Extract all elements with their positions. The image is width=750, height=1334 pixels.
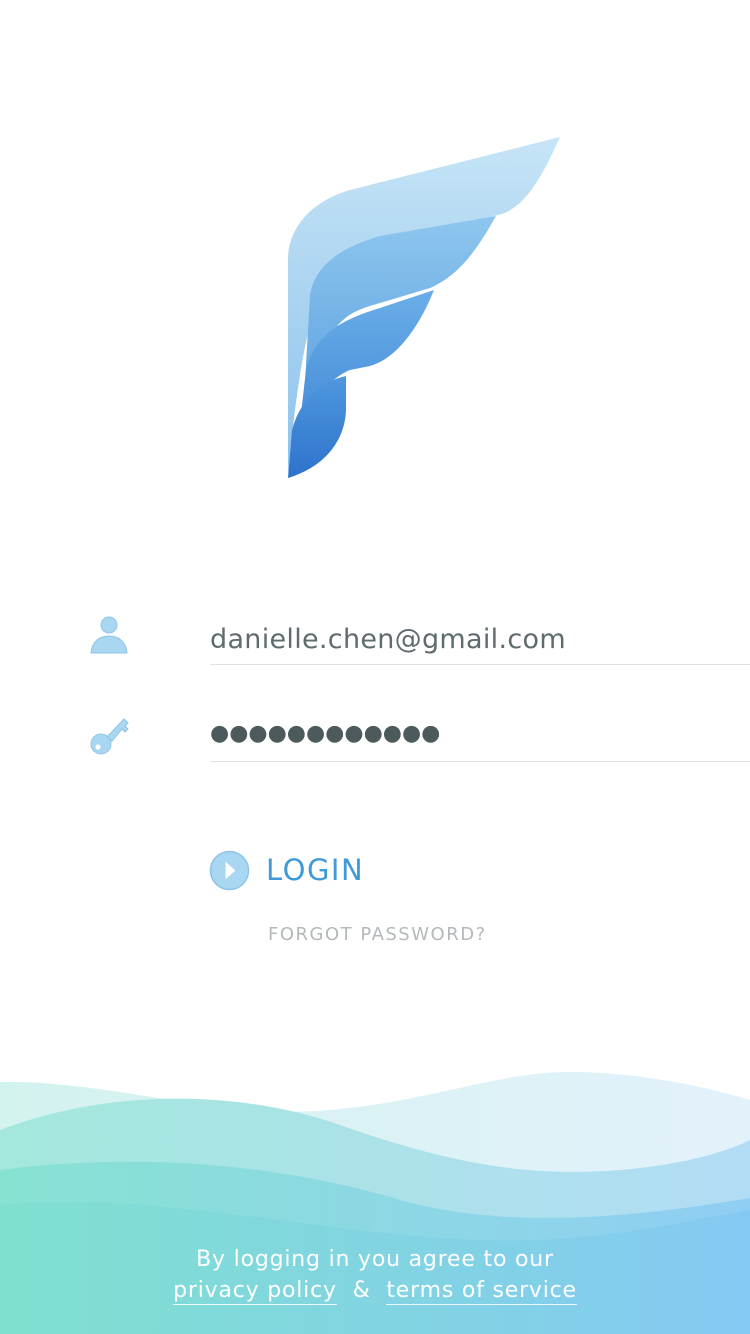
app-logo <box>288 137 560 478</box>
key-icon <box>90 718 129 755</box>
user-icon <box>90 616 128 654</box>
legal-separator: & <box>352 1278 371 1303</box>
login-label: LOGIN <box>266 853 365 887</box>
legal-links-row: privacy policy & terms of service <box>0 1275 750 1306</box>
login-screen: danielle.chen@gmail.com ●●●●●●●●●●●● LOG… <box>0 0 750 1334</box>
legal-text: By logging in you agree to our <box>196 1247 554 1272</box>
email-field[interactable]: danielle.chen@gmail.com <box>210 624 750 665</box>
privacy-policy-link[interactable]: privacy policy <box>173 1278 337 1305</box>
play-circle-icon <box>209 850 250 890</box>
legal-footer: By logging in you agree to our privacy p… <box>0 1244 750 1306</box>
forgot-password-link[interactable]: FORGOT PASSWORD? <box>268 924 487 945</box>
password-field[interactable]: ●●●●●●●●●●●● <box>210 721 750 762</box>
login-button[interactable]: LOGIN <box>209 849 364 891</box>
terms-of-service-link[interactable]: terms of service <box>386 1278 577 1305</box>
password-masked-value: ●●●●●●●●●●●● <box>210 721 441 746</box>
email-value: danielle.chen@gmail.com <box>210 624 566 655</box>
